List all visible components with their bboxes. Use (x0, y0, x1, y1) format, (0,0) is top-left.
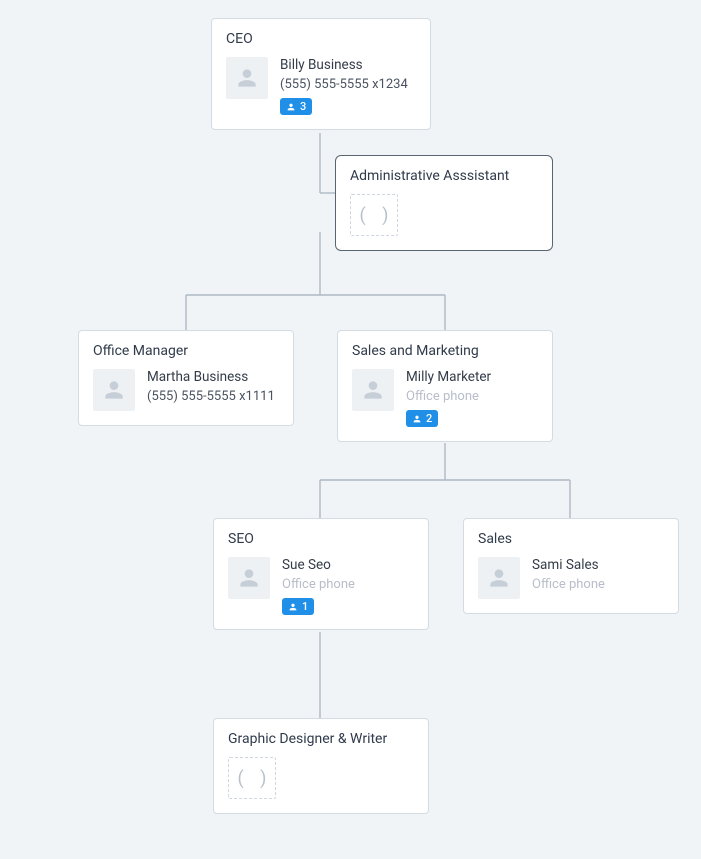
node-title: Graphic Designer & Writer (228, 731, 414, 747)
node-title: Sales (478, 531, 664, 547)
node-name: Sami Sales (532, 557, 605, 573)
avatar-placeholder: ( ) (228, 757, 276, 799)
node-phone: Office phone (532, 577, 605, 592)
reports-count: 3 (300, 100, 306, 113)
node-name: Sue Seo (282, 557, 355, 573)
reports-count: 1 (302, 600, 308, 613)
node-title: Sales and Marketing (352, 343, 538, 359)
avatar-icon (226, 57, 268, 99)
org-node-ceo[interactable]: CEO Billy Business (555) 555-5555 x1234 … (211, 18, 431, 130)
avatar-placeholder: ( ) (350, 194, 398, 236)
node-title: Administrative Asssistant (350, 168, 538, 184)
node-name: Billy Business (280, 57, 408, 73)
avatar-icon (352, 369, 394, 411)
node-name: Martha Business (147, 369, 275, 385)
node-phone: (555) 555-5555 x1234 (280, 77, 408, 92)
org-node-designer-writer[interactable]: Graphic Designer & Writer ( ) (213, 718, 429, 814)
node-title: SEO (228, 531, 414, 547)
node-phone: Office phone (282, 577, 355, 592)
org-node-sales-marketing[interactable]: Sales and Marketing Milly Marketer Offic… (337, 330, 553, 442)
node-phone: Office phone (406, 389, 491, 404)
reports-badge[interactable]: 3 (280, 98, 312, 115)
avatar-icon (228, 557, 270, 599)
org-node-office-manager[interactable]: Office Manager Martha Business (555) 555… (78, 330, 294, 426)
node-name: Milly Marketer (406, 369, 491, 385)
node-title: CEO (226, 31, 416, 47)
node-title: Office Manager (93, 343, 279, 359)
org-node-admin-assistant[interactable]: Administrative Asssistant ( ) (335, 155, 553, 251)
reports-badge[interactable]: 1 (282, 598, 314, 615)
avatar-icon (93, 369, 135, 411)
org-node-sales[interactable]: Sales Sami Sales Office phone (463, 518, 679, 614)
org-node-seo[interactable]: SEO Sue Seo Office phone 1 (213, 518, 429, 630)
reports-badge[interactable]: 2 (406, 410, 438, 427)
avatar-icon (478, 557, 520, 599)
node-phone: (555) 555-5555 x1111 (147, 389, 275, 404)
reports-count: 2 (426, 412, 432, 425)
